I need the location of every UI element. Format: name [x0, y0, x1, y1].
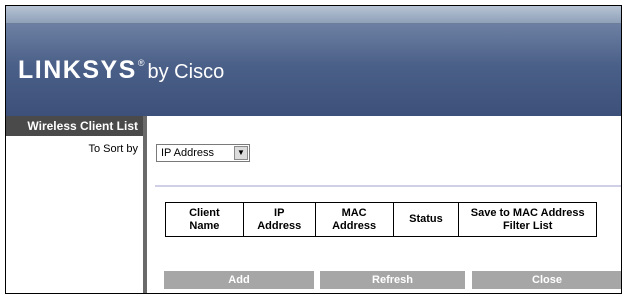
client-table: Client Name IP Address MAC Address Status S… — [165, 202, 597, 237]
column-header-mac-address: MAC Address — [314, 202, 394, 237]
divider — [155, 185, 621, 187]
logo-registered-mark: ® — [137, 58, 145, 68]
column-header-client-name: Client Name — [165, 202, 244, 237]
linksys-logo: LINKSYS ® by Cisco — [18, 52, 224, 88]
column-header-status: Status — [392, 202, 460, 237]
add-button[interactable]: Add — [164, 271, 314, 289]
main-content: IP Address ▼ Client Name IP Address MAC Add… — [143, 116, 621, 293]
top-bar — [6, 6, 621, 24]
header-banner: LINKSYS ® by Cisco — [6, 24, 621, 116]
refresh-button[interactable]: Refresh — [320, 271, 465, 289]
logo-subtitle: by Cisco — [147, 61, 225, 83]
column-header-save-filter: Save to MAC Address Filter List — [458, 202, 597, 237]
sidebar: Wireless Client List To Sort by — [6, 116, 143, 293]
column-header-ip-address: IP Address — [242, 202, 316, 237]
app-window: LINKSYS ® by Cisco Wireless Client List … — [5, 5, 622, 294]
sort-by-label: To Sort by — [88, 143, 138, 155]
chevron-down-icon[interactable]: ▼ — [234, 146, 248, 160]
sidebar-title: Wireless Client List — [6, 116, 143, 136]
sort-by-select[interactable]: IP Address ▼ — [156, 144, 250, 162]
sort-selected-value: IP Address — [161, 147, 214, 159]
logo-wordmark: LINKSYS — [18, 56, 137, 84]
close-button[interactable]: Close — [472, 271, 621, 289]
table-header-row: Client Name IP Address MAC Address Status S… — [165, 202, 597, 237]
